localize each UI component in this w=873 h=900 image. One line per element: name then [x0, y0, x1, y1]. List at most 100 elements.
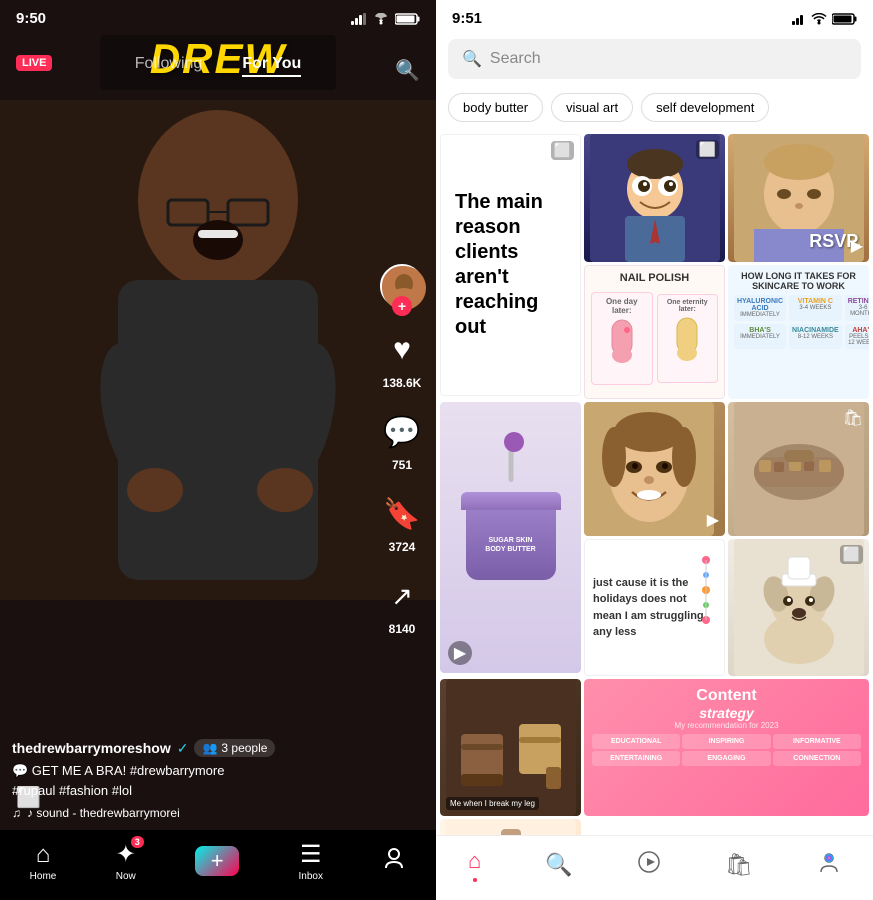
- nav-home[interactable]: ⌂ Home: [30, 841, 57, 882]
- search-bar[interactable]: 🔍 Search: [448, 39, 861, 79]
- holiday-text-item[interactable]: just cause it is the holidays does not m…: [584, 539, 725, 676]
- search-icon: 🔍: [462, 49, 482, 69]
- username-row: thedrewbarrymoreshow ✓ 👥 3 people: [12, 739, 376, 757]
- wifi-icon-right: [811, 13, 827, 25]
- search-button[interactable]: 🔍: [395, 58, 420, 83]
- dog-item[interactable]: ⬜: [728, 539, 869, 676]
- sugar-skin-item[interactable]: SUGAR SKINBODY BUTTER ▶: [440, 402, 581, 673]
- bookmark-indicator: ⬜: [551, 141, 574, 160]
- person-face-item[interactable]: ▶: [584, 402, 725, 536]
- skincare-vitamin-c: VITAMIN C 3-4 WEEKS: [789, 295, 842, 321]
- follow-button[interactable]: +: [392, 296, 412, 316]
- chip-self-development[interactable]: self development: [641, 93, 769, 122]
- home-icon-right: ⌂: [468, 848, 481, 874]
- jar-body: SUGAR SKINBODY BUTTER: [466, 510, 556, 580]
- skincare-bha: BHA'S IMMEDIATELY: [734, 324, 786, 349]
- right-panel: 9:51 🔍 Search: [436, 0, 873, 900]
- nail-svg-1: [602, 315, 642, 375]
- signal-icon-right: [792, 13, 806, 25]
- holiday-decoration: [696, 550, 716, 630]
- status-icons-right: [792, 13, 857, 25]
- creator-avatar[interactable]: +: [380, 264, 424, 308]
- shop-icon-right: 🛍: [725, 852, 753, 878]
- now-notification-badge: 3: [131, 836, 144, 848]
- battery-icon-right: [832, 13, 857, 25]
- nav-search-right[interactable]: 🔍: [545, 852, 572, 878]
- content-grid: ⬜ The main reason clients aren't reachin…: [436, 132, 873, 835]
- nav-home-right[interactable]: ⌂: [468, 848, 481, 882]
- heart-icon: ♥: [380, 328, 424, 372]
- skincare-item[interactable]: HOW LONG IT TAKES FOR SKINCARE TO WORK H…: [728, 265, 869, 399]
- nav-profile[interactable]: [382, 846, 406, 877]
- skincare-title: HOW LONG IT TAKES FOR SKINCARE TO WORK: [734, 271, 863, 291]
- skincare-hyaluronic: HYALURONIC ACID IMMEDIATELY: [734, 295, 786, 321]
- bottom-nav: ⌂ Home ✦ Now 3 + ☰ Inbox: [0, 830, 436, 900]
- chip-body-butter[interactable]: body butter: [448, 93, 543, 122]
- bookmark-icon: 🔖: [380, 492, 424, 536]
- video-indicator-2: ▶: [707, 510, 719, 530]
- clock: 9:50: [16, 10, 46, 27]
- broken-leg-caption: Me when I break my leg: [446, 797, 539, 810]
- left-panel: 9:50 LIVE DREW Following For: [0, 0, 436, 900]
- video-icon-right: [637, 850, 661, 880]
- play-button[interactable]: ▶: [448, 641, 472, 665]
- nav-shop-right[interactable]: 🛍: [725, 852, 753, 878]
- grid-layout: ⬜ The main reason clients aren't reachin…: [440, 134, 869, 835]
- clock-right: 9:51: [452, 10, 482, 27]
- skincare-grid: HYALURONIC ACID IMMEDIATELY VITAMIN C 3-…: [734, 295, 863, 349]
- cs-connection: CONNECTION: [773, 751, 861, 766]
- nav-profile-right[interactable]: [817, 850, 841, 880]
- tab-for-you[interactable]: For You: [242, 55, 301, 77]
- status-bar: 9:50: [0, 10, 436, 27]
- search-bar-container: 🔍 Search: [436, 31, 873, 87]
- animated-char-item[interactable]: ⬜: [584, 134, 725, 262]
- rsvp-item[interactable]: RSVP. ▶: [728, 134, 869, 262]
- gucci-item[interactable]: 🛍: [728, 402, 869, 536]
- profile-svg: [382, 846, 406, 870]
- bookmarks-count: 3724: [389, 540, 416, 554]
- video-nav-svg: [637, 850, 661, 874]
- bookmark-action[interactable]: 🔖 3724: [380, 492, 424, 554]
- comment-icon: 💬: [380, 410, 424, 454]
- comments-count: 751: [392, 458, 412, 472]
- create-button[interactable]: +: [195, 846, 239, 876]
- verified-icon: ✓: [177, 740, 189, 757]
- cs-inspiring: INSPIRING: [682, 734, 770, 749]
- share-icon: ↗: [380, 574, 424, 618]
- chip-visual-art[interactable]: visual art: [551, 93, 633, 122]
- content-strategy-title: Content strategy My recommendation for 2…: [592, 687, 861, 730]
- profile-nav-svg: [817, 850, 841, 874]
- hand-massage-item[interactable]: [440, 819, 581, 835]
- broken-leg-item[interactable]: Me when I break my leg: [440, 679, 581, 816]
- tab-following[interactable]: Following: [135, 55, 203, 77]
- video-caption: 💬 GET ME A BRA! #drewbarrymore #rupaul #…: [12, 761, 376, 800]
- search-icon-right: 🔍: [545, 852, 572, 878]
- home-icon: ⌂: [36, 841, 51, 869]
- nav-tabs: Following For You: [0, 55, 436, 77]
- bottom-nav-right: ⌂ 🔍 🛍: [436, 835, 873, 900]
- collab-badge: 👥 3 people: [194, 739, 275, 757]
- nail-day-later: One day later:: [596, 297, 648, 315]
- nail-polish-item[interactable]: NAIL POLISH One day later:: [584, 265, 725, 399]
- nav-video-right[interactable]: [637, 850, 661, 880]
- main-reason-item[interactable]: ⬜ The main reason clients aren't reachin…: [440, 134, 581, 396]
- video-actions: + ♥ 138.6K 💬 751 🔖 3724 ↗ 8140: [380, 264, 424, 636]
- battery-icon: [395, 13, 420, 25]
- search-placeholder: Search: [490, 50, 541, 68]
- nav-inbox[interactable]: ☰ Inbox: [299, 840, 323, 882]
- nail-eternity: One eternity later:: [662, 299, 714, 313]
- cs-entertaining: ENTERTAINING: [592, 751, 680, 766]
- comment-action[interactable]: 💬 751: [380, 410, 424, 472]
- nav-create[interactable]: +: [195, 846, 239, 876]
- nav-now[interactable]: ✦ Now 3: [116, 840, 136, 882]
- nail-svg-2: [667, 313, 707, 373]
- product-ball: [504, 432, 524, 452]
- like-action[interactable]: ♥ 138.6K: [380, 328, 424, 390]
- hand-svg: [446, 819, 576, 835]
- video-info: thedrewbarrymoreshow ✓ 👥 3 people 💬 GET …: [12, 739, 376, 820]
- person-face-svg: [584, 402, 714, 536]
- jar: SUGAR SKINBODY BUTTER: [466, 492, 556, 580]
- content-strategy-item[interactable]: Content strategy My recommendation for 2…: [584, 679, 869, 816]
- share-action[interactable]: ↗ 8140: [380, 574, 424, 636]
- sound-row[interactable]: ♫ ♪ sound - thedrewbarrymorei: [12, 806, 376, 820]
